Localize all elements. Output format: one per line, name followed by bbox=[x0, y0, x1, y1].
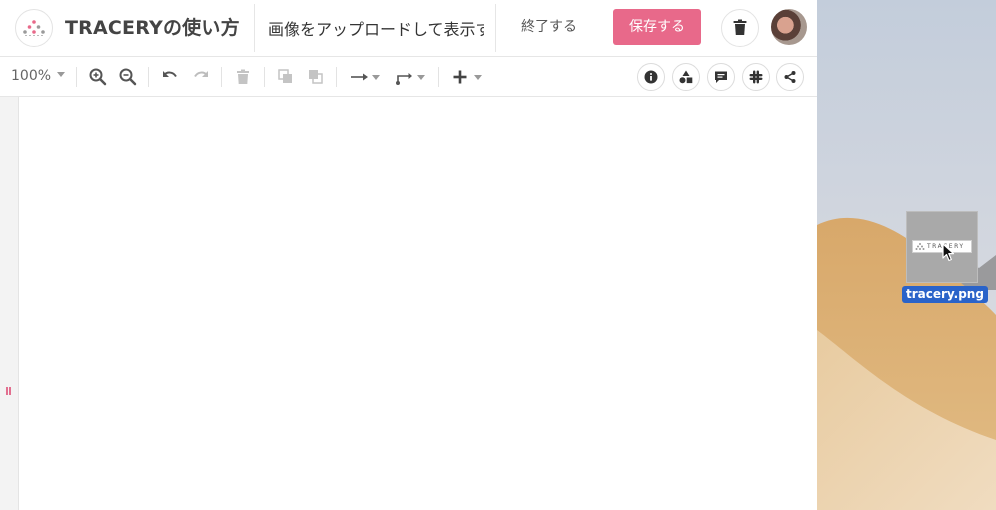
mouse-cursor-icon bbox=[942, 243, 955, 262]
chevron-down-icon[interactable] bbox=[417, 75, 425, 80]
plus-icon bbox=[453, 70, 467, 84]
app-header: TRACERYの使い方 画像をアップロードして表示す 終了する 保存する bbox=[0, 0, 817, 57]
zoom-value: 100% bbox=[11, 68, 52, 84]
side-panel-collapsed bbox=[0, 97, 19, 510]
shapes-button[interactable] bbox=[672, 63, 700, 91]
arrow-style-button[interactable] bbox=[348, 66, 370, 88]
desktop-background: TRACERY tracery.png bbox=[817, 0, 996, 510]
drawing-canvas[interactable] bbox=[19, 97, 817, 510]
bring-to-front-button[interactable] bbox=[275, 66, 297, 88]
finish-button[interactable]: 終了する bbox=[508, 9, 590, 45]
tracery-logo-icon[interactable] bbox=[15, 9, 53, 47]
toolbar-divider bbox=[148, 67, 149, 87]
connector-style-button[interactable] bbox=[393, 66, 415, 88]
toolbar-divider bbox=[76, 67, 77, 87]
editor-toolbar: 100% bbox=[0, 57, 817, 97]
toolbar-divider bbox=[336, 67, 337, 87]
add-element-button[interactable] bbox=[449, 66, 471, 88]
slack-button[interactable] bbox=[742, 63, 770, 91]
undo-icon bbox=[163, 71, 177, 78]
toolbar-divider bbox=[221, 67, 222, 87]
app-window: TRACERYの使い方 画像をアップロードして表示す 終了する 保存する 100… bbox=[0, 0, 817, 510]
arrow-right-icon bbox=[351, 73, 368, 81]
send-to-back-button[interactable] bbox=[305, 66, 327, 88]
panel-resize-handle[interactable] bbox=[6, 387, 12, 395]
bring-to-front-icon bbox=[278, 69, 292, 83]
document-title-input[interactable]: 画像をアップロードして表示す bbox=[268, 16, 484, 40]
redo-button[interactable] bbox=[190, 66, 212, 88]
delete-document-button[interactable] bbox=[721, 9, 759, 47]
user-avatar[interactable] bbox=[771, 9, 807, 45]
shapes-icon bbox=[679, 70, 693, 84]
header-divider bbox=[495, 4, 496, 52]
save-button[interactable]: 保存する bbox=[613, 9, 701, 45]
header-divider bbox=[254, 4, 255, 52]
toolbar-divider bbox=[438, 67, 439, 87]
app-title: TRACERYの使い方 bbox=[65, 17, 240, 39]
chevron-down-icon[interactable] bbox=[474, 75, 482, 80]
chevron-down-icon[interactable] bbox=[372, 75, 380, 80]
send-to-back-icon bbox=[309, 70, 323, 84]
editor-area bbox=[0, 97, 817, 510]
delete-element-button[interactable] bbox=[232, 66, 254, 88]
zoom-select[interactable]: 100% bbox=[11, 68, 66, 84]
redo-icon bbox=[194, 71, 208, 78]
slack-icon bbox=[749, 70, 763, 84]
info-button[interactable] bbox=[637, 63, 665, 91]
elbow-connector-icon bbox=[396, 73, 412, 85]
comment-button[interactable] bbox=[707, 63, 735, 91]
comment-icon bbox=[715, 71, 727, 83]
chevron-down-icon bbox=[57, 72, 66, 77]
share-button[interactable] bbox=[776, 63, 804, 91]
file-name-label[interactable]: tracery.png bbox=[902, 286, 988, 303]
undo-button[interactable] bbox=[159, 66, 181, 88]
share-icon bbox=[784, 71, 796, 83]
trash-icon bbox=[733, 19, 747, 35]
zoom-out-icon bbox=[119, 68, 137, 86]
zoom-out-button[interactable] bbox=[117, 66, 139, 88]
info-icon bbox=[644, 70, 658, 84]
trash-icon bbox=[237, 69, 249, 84]
zoom-in-icon bbox=[89, 68, 107, 86]
zoom-in-button[interactable] bbox=[87, 66, 109, 88]
toolbar-divider bbox=[264, 67, 265, 87]
